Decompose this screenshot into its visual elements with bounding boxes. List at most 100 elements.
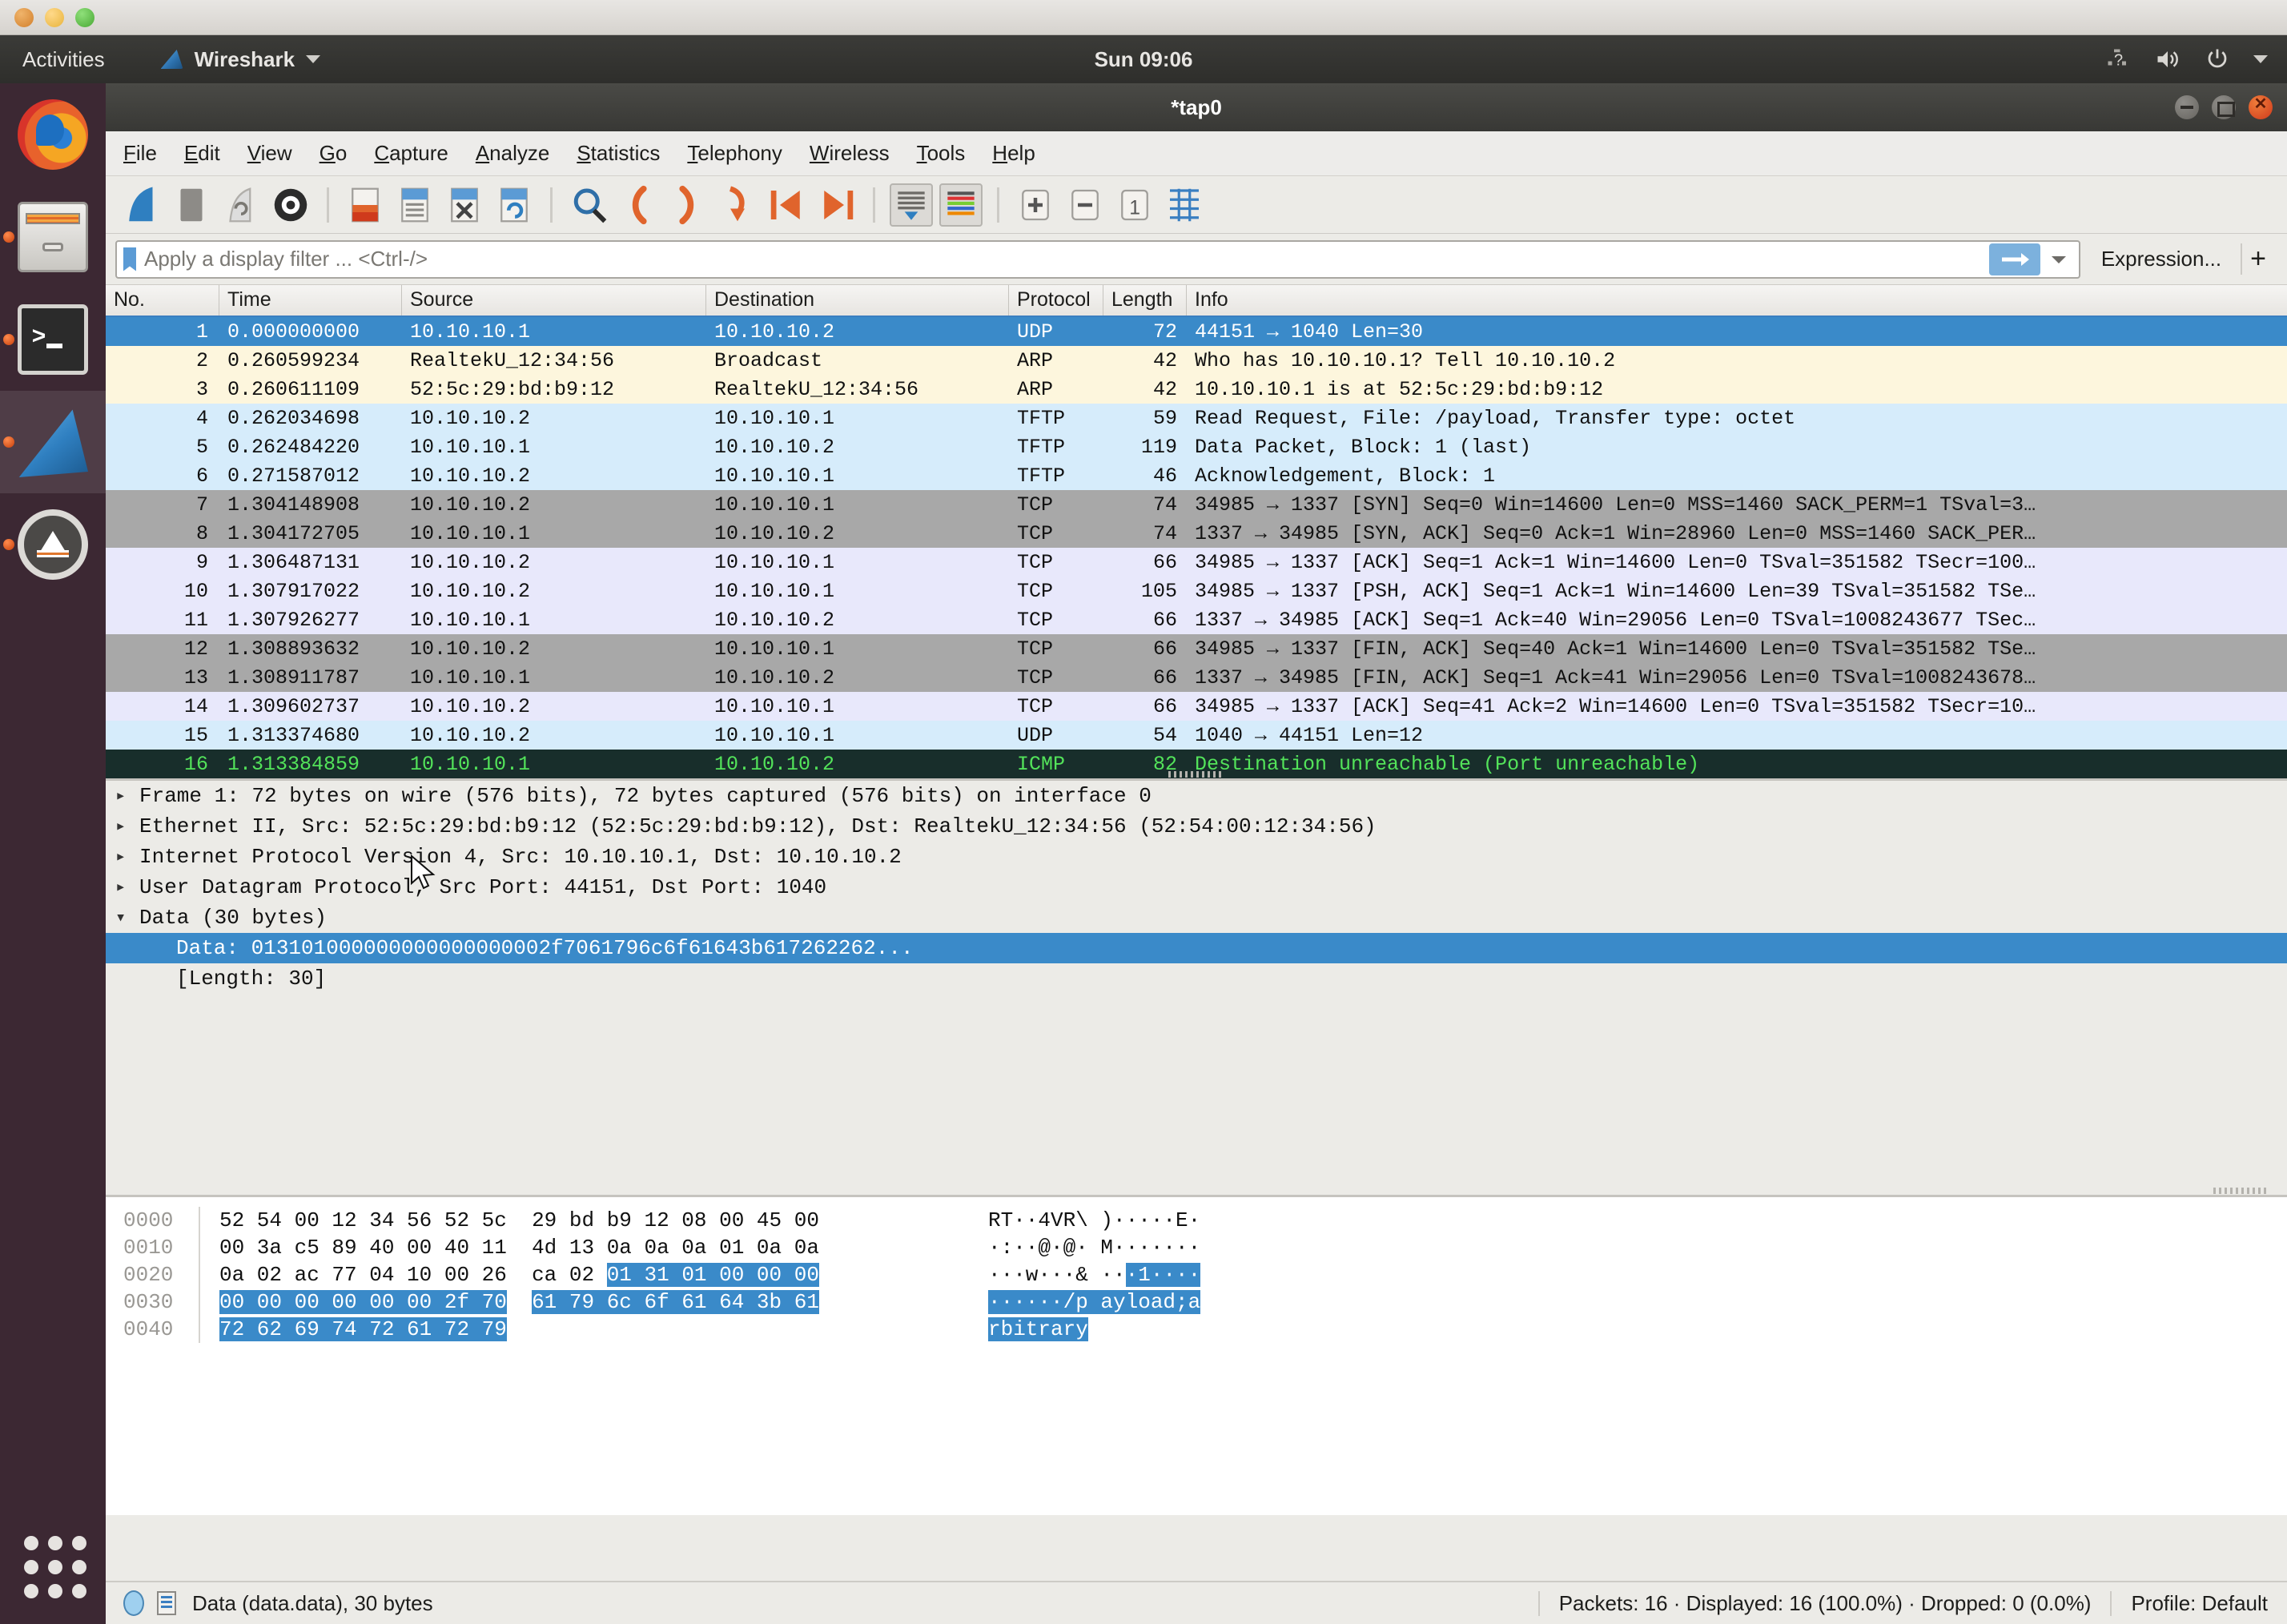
packet-row[interactable]: 12 1.308893632 10.10.10.2 10.10.10.1 TCP 66 34… xyxy=(106,634,2287,663)
expert-info-icon[interactable] xyxy=(123,1590,144,1616)
hex-row[interactable]: 0020 0a 02 ac 77 04 10 00 26 ca 02 01 31 … xyxy=(106,1261,2287,1288)
packet-row[interactable]: 11 1.307926277 10.10.10.1 10.10.10.2 TCP 66 13… xyxy=(106,605,2287,634)
packet-row[interactable]: 4 0.262034698 10.10.10.2 10.10.10.1 TFTP 59 Re… xyxy=(106,404,2287,432)
detail-row[interactable]: [Length: 30] xyxy=(106,963,2287,994)
start-capture-icon[interactable] xyxy=(120,183,163,227)
menu-view[interactable]: View xyxy=(247,141,292,166)
activities-button[interactable]: Activities xyxy=(22,47,105,72)
column-header-destination[interactable]: Destination xyxy=(706,285,1009,316)
column-header-time[interactable]: Time xyxy=(219,285,402,316)
maximize-button[interactable] xyxy=(2212,95,2236,119)
detail-row[interactable]: ▸ Ethernet II, Src: 52:5c:29:bd:b9:12 (52… xyxy=(106,811,2287,842)
menu-analyze[interactable]: Analyze xyxy=(476,141,550,166)
power-icon[interactable] xyxy=(2205,47,2229,71)
packet-row[interactable]: 13 1.308911787 10.10.10.1 10.10.10.2 TCP 66 13… xyxy=(106,663,2287,692)
chevron-down-icon[interactable] xyxy=(2253,55,2268,63)
packet-row[interactable]: 8 1.304172705 10.10.10.1 10.10.10.2 TCP 74 133… xyxy=(106,519,2287,548)
detail-row[interactable]: ▸ User Datagram Protocol, Src Port: 44151… xyxy=(106,872,2287,902)
apply-filter-button[interactable] xyxy=(1988,243,2040,275)
reload-file-icon[interactable] xyxy=(492,183,536,227)
find-packet-icon[interactable] xyxy=(567,183,610,227)
packet-row[interactable]: 14 1.309602737 10.10.10.2 10.10.10.1 TCP 66 34… xyxy=(106,692,2287,721)
pane-resize-handle[interactable] xyxy=(2213,1188,2269,1194)
column-header-no[interactable]: No. xyxy=(106,285,219,316)
filter-history-dropdown[interactable] xyxy=(2044,243,2074,275)
detail-row[interactable]: ▾ Data (30 bytes) xyxy=(106,902,2287,933)
zoom-out-icon[interactable] xyxy=(1063,183,1107,227)
packet-row[interactable]: 15 1.313374680 10.10.10.2 10.10.10.1 UDP 54 10… xyxy=(106,721,2287,750)
chevron-right-icon[interactable]: ▸ xyxy=(115,816,139,837)
hex-dump[interactable]: 0000 52 54 00 12 34 56 52 5c 29 bd b9 12 … xyxy=(106,1197,2287,1343)
colorize-icon[interactable] xyxy=(939,183,983,227)
chevron-right-icon[interactable]: ▸ xyxy=(115,877,139,898)
menu-edit[interactable]: Edit xyxy=(184,141,220,166)
hex-row[interactable]: 0010 00 3a c5 89 40 00 40 11 4d 13 0a 0a … xyxy=(106,1234,2287,1261)
menu-telephony[interactable]: Telephony xyxy=(687,141,782,166)
menu-capture[interactable]: Capture xyxy=(374,141,448,166)
go-back-icon[interactable] xyxy=(617,183,660,227)
zoom-in-icon[interactable] xyxy=(1014,183,1057,227)
maximize-dot[interactable] xyxy=(75,8,94,27)
go-forward-icon[interactable] xyxy=(666,183,709,227)
save-file-icon[interactable] xyxy=(393,183,436,227)
auto-scroll-icon[interactable] xyxy=(890,183,933,227)
hex-row[interactable]: 0040 72 62 69 74 72 61 72 79 rbitrary xyxy=(106,1316,2287,1343)
menu-statistics[interactable]: Statistics xyxy=(577,141,660,166)
go-to-packet-icon[interactable] xyxy=(716,183,759,227)
chevron-right-icon[interactable]: ▸ xyxy=(115,786,139,806)
clock[interactable]: Sun 09:06 xyxy=(0,47,2287,72)
menu-help[interactable]: Help xyxy=(992,141,1035,166)
stop-capture-icon[interactable] xyxy=(170,183,213,227)
add-filter-button[interactable]: + xyxy=(2241,243,2277,275)
zoom-reset-icon[interactable]: 1 xyxy=(1113,183,1156,227)
bookmark-icon[interactable] xyxy=(123,247,136,271)
resize-columns-icon[interactable] xyxy=(1163,183,1206,227)
packet-details-pane[interactable]: ▸ Frame 1: 72 bytes on wire (576 bits), 7… xyxy=(106,771,2287,1195)
close-file-icon[interactable] xyxy=(443,183,486,227)
dock-item-terminal[interactable]: > xyxy=(0,288,106,391)
filter-expression-button[interactable]: Expression... xyxy=(2080,247,2237,271)
packet-row[interactable]: 1 0.000000000 10.10.10.1 10.10.10.2 UDP 72 441… xyxy=(106,317,2287,346)
minimize-dot[interactable] xyxy=(45,8,64,27)
dock-item-software-updater[interactable] xyxy=(0,493,106,596)
packet-details-tree[interactable]: ▸ Frame 1: 72 bytes on wire (576 bits), 7… xyxy=(106,781,2287,994)
packet-row[interactable]: 7 1.304148908 10.10.10.2 10.10.10.1 TCP 74 349… xyxy=(106,490,2287,519)
dock-item-files[interactable] xyxy=(0,186,106,288)
capture-options-icon[interactable] xyxy=(269,183,312,227)
volume-icon[interactable] xyxy=(2154,47,2181,71)
packet-bytes-pane[interactable]: 0000 52 54 00 12 34 56 52 5c 29 bd b9 12 … xyxy=(106,1188,2287,1515)
packet-row[interactable]: 6 0.271587012 10.10.10.2 10.10.10.1 TFTP 46 Ac… xyxy=(106,461,2287,490)
restart-capture-icon[interactable] xyxy=(219,183,263,227)
detail-row[interactable]: ▸ Frame 1: 72 bytes on wire (576 bits), 7… xyxy=(106,781,2287,811)
column-header-source[interactable]: Source xyxy=(402,285,706,316)
go-last-packet-icon[interactable] xyxy=(815,183,858,227)
hex-row[interactable]: 0030 00 00 00 00 00 00 2f 70 61 79 6c 6f … xyxy=(106,1288,2287,1316)
dock-item-wireshark[interactable] xyxy=(0,391,106,493)
packet-row[interactable]: 9 1.306487131 10.10.10.2 10.10.10.1 TCP 66 349… xyxy=(106,548,2287,577)
packet-row[interactable]: 5 0.262484220 10.10.10.1 10.10.10.2 TFTP 119 D… xyxy=(106,432,2287,461)
packet-list-body[interactable]: 1 0.000000000 10.10.10.1 10.10.10.2 UDP 72 441… xyxy=(106,317,2287,778)
open-file-icon[interactable] xyxy=(344,183,387,227)
status-profile[interactable]: Profile: Default xyxy=(2110,1590,2287,1616)
close-dot[interactable] xyxy=(14,8,34,27)
app-menu[interactable]: Wireshark xyxy=(160,47,321,72)
packet-row[interactable]: 10 1.307917022 10.10.10.2 10.10.10.1 TCP 105 3… xyxy=(106,577,2287,605)
menu-tools[interactable]: Tools xyxy=(917,141,966,166)
show-applications-button[interactable] xyxy=(0,1518,106,1606)
go-first-packet-icon[interactable] xyxy=(766,183,809,227)
hex-row[interactable]: 0000 52 54 00 12 34 56 52 5c 29 bd b9 12 … xyxy=(106,1207,2287,1234)
display-filter-input[interactable]: Apply a display filter ... <Ctrl-/> xyxy=(115,239,2080,279)
chevron-right-icon[interactable]: ▸ xyxy=(115,846,139,867)
accessibility-icon[interactable]: ? xyxy=(2106,47,2130,71)
pane-resize-handle[interactable] xyxy=(1168,771,1224,778)
menu-go[interactable]: Go xyxy=(320,141,348,166)
minimize-button[interactable] xyxy=(2175,95,2199,119)
column-header-info[interactable]: Info xyxy=(1187,285,2287,316)
detail-row[interactable]: Data: 013101000000000000000002f7061796c6… xyxy=(106,933,2287,963)
chevron-down-icon[interactable]: ▾ xyxy=(115,907,139,928)
menu-wireless[interactable]: Wireless xyxy=(810,141,890,166)
packet-list[interactable]: No. Time Source Destination Protocol Len… xyxy=(106,285,2287,778)
packet-row[interactable]: 3 0.260611109 52:5c:29:bd:b9:12 RealtekU_12… xyxy=(106,375,2287,404)
close-button[interactable] xyxy=(2249,94,2273,119)
column-header-length[interactable]: Length xyxy=(1103,285,1187,316)
